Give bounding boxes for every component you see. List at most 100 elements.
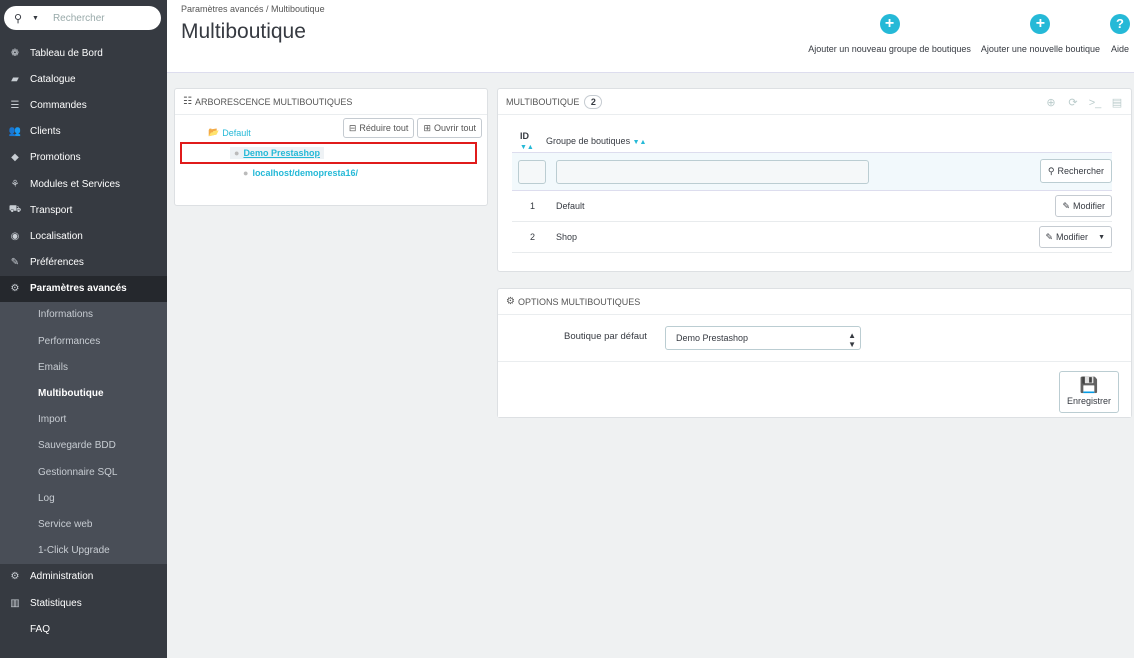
plus-square-icon: ⊞ bbox=[423, 122, 431, 133]
add-shop-button[interactable]: + Ajouter une nouvelle boutique bbox=[981, 14, 1100, 54]
sidebar-item-label: Catalogue bbox=[30, 73, 76, 85]
floppy-disk-icon: 💾 bbox=[1079, 377, 1099, 394]
search-icon[interactable]: ⚲ bbox=[14, 12, 32, 25]
submenu-item-log[interactable]: Log bbox=[0, 485, 167, 511]
pencil-icon: ✎ bbox=[1045, 231, 1054, 242]
submenu-item-import[interactable]: Import bbox=[0, 407, 167, 433]
panel-actions: ⊕ ⟳ >_ ▤ bbox=[1037, 95, 1125, 111]
sort-icon[interactable]: ▼▲ bbox=[520, 144, 534, 151]
highlight-annotation bbox=[180, 142, 477, 164]
edit-button[interactable]: ✎ Modifier bbox=[1055, 195, 1112, 217]
sidebar-item-administration[interactable]: ⚙ Administration bbox=[0, 564, 167, 590]
sidebar-item-faq[interactable]: FAQ bbox=[0, 616, 167, 642]
preferences-icon: ✎ bbox=[10, 257, 20, 269]
tree-node-shop-label: Demo Prestashop bbox=[243, 148, 320, 158]
sidebar-search[interactable]: ⚲ ▼ bbox=[4, 6, 161, 30]
pencil-icon: ✎ bbox=[1062, 200, 1070, 211]
page-header: Paramètres avancés / Multiboutique Multi… bbox=[167, 0, 1134, 73]
save-button-label: Enregistrer bbox=[1066, 396, 1111, 406]
submenu-item-1-click-upgrade[interactable]: 1-Click Upgrade bbox=[0, 538, 167, 564]
row-id: 2 bbox=[530, 232, 536, 242]
refresh-icon[interactable]: ⟳ bbox=[1065, 95, 1081, 111]
help-label: Aide bbox=[1110, 44, 1129, 54]
sort-icon[interactable]: ▼▲ bbox=[633, 139, 647, 146]
tree-node-default[interactable]: 📂 Default bbox=[208, 127, 251, 138]
sidebar-item-parametres-avances[interactable]: ⚙ Paramètres avancés bbox=[0, 275, 167, 302]
submenu-item-multiboutique[interactable]: Multiboutique bbox=[0, 380, 167, 406]
table-row[interactable]: 2 Shop ✎ Modifier ▼ bbox=[512, 222, 1112, 253]
table-row[interactable]: 1 Default ✎ Modifier bbox=[512, 191, 1112, 222]
tree-node-url[interactable]: ● localhost/demopresta16/ bbox=[243, 168, 358, 178]
multishop-options-panel: ⚙ Options multiboutiques Boutique par dé… bbox=[497, 288, 1132, 418]
bullet-icon: ● bbox=[234, 148, 240, 158]
sidebar-item-label: Statistiques bbox=[30, 597, 82, 609]
add-icon[interactable]: ⊕ bbox=[1043, 95, 1059, 111]
filter-id-input[interactable] bbox=[518, 159, 546, 184]
sql-query-icon[interactable]: >_ bbox=[1087, 95, 1103, 111]
modules-icon: ⚘ bbox=[10, 178, 20, 190]
sidebar-item-commandes[interactable]: ☰ Commandes bbox=[0, 92, 167, 118]
folder-open-icon: 📂 bbox=[208, 127, 220, 137]
breadcrumb: Paramètres avancés / Multiboutique bbox=[181, 4, 325, 14]
table-header: ID ▼▲ Groupe de boutiques ▼▲ bbox=[512, 129, 1112, 153]
sidebar-item-label: Administration bbox=[30, 571, 94, 583]
save-button[interactable]: 💾 Enregistrer bbox=[1059, 371, 1119, 413]
options-footer: 💾 Enregistrer bbox=[498, 361, 1131, 417]
expand-all-label: Ouvrir tout bbox=[433, 123, 476, 133]
caret-down-icon[interactable]: ▼ bbox=[1098, 234, 1105, 241]
submenu-item-service-web[interactable]: Service web bbox=[0, 511, 167, 537]
filter-group-input[interactable] bbox=[556, 159, 869, 184]
sidebar-item-label: Tableau de Bord bbox=[30, 47, 103, 59]
sidebar-item-label: Clients bbox=[30, 126, 61, 138]
search-button[interactable]: ⚲ Rechercher bbox=[1039, 159, 1112, 183]
sidebar-item-clients[interactable]: 👥 Clients bbox=[0, 119, 167, 145]
column-id-label: ID bbox=[520, 130, 529, 141]
tree-node-default-label: Default bbox=[222, 127, 251, 138]
help-button[interactable]: ? Aide bbox=[1110, 14, 1130, 54]
database-icon[interactable]: ▤ bbox=[1109, 95, 1125, 111]
column-header-group: Groupe de boutiques ▼▲ bbox=[540, 136, 646, 146]
sidebar-item-catalogue[interactable]: ▰ Catalogue bbox=[0, 66, 167, 92]
submenu-item-performances[interactable]: Performances bbox=[0, 328, 167, 354]
plus-circle-icon: + bbox=[1030, 14, 1051, 34]
sidebar-item-label: Préférences bbox=[30, 257, 84, 269]
submenu-item-emails[interactable]: Emails bbox=[0, 354, 167, 380]
expand-all-button[interactable]: ⊞ Ouvrir tout bbox=[417, 118, 482, 138]
sidebar-item-label: Paramètres avancés bbox=[30, 283, 127, 295]
add-shop-group-button[interactable]: + Ajouter un nouveau groupe de boutiques bbox=[808, 14, 971, 54]
tree-panel-title: Arborescence multiboutiques bbox=[194, 96, 353, 107]
submenu-item-gestionnaire-sql[interactable]: Gestionnaire SQL bbox=[0, 459, 167, 485]
shop-group-table: ID ▼▲ Groupe de boutiques ▼▲ ⚲ Recherche… bbox=[512, 129, 1112, 253]
plus-circle-icon: + bbox=[879, 14, 900, 34]
row-name: Shop bbox=[556, 232, 578, 242]
multishop-tree-panel: ☷ Arborescence multiboutiques ⊟ Réduire … bbox=[174, 88, 488, 206]
search-button-label: Rechercher bbox=[1057, 166, 1104, 176]
sidebar-item-tableau-de-bord[interactable]: ❁ Tableau de Bord bbox=[0, 40, 167, 66]
sidebar-item-promotions[interactable]: ◆ Promotions bbox=[0, 145, 167, 171]
sidebar-item-label: Promotions bbox=[30, 152, 81, 164]
sidebar-item-modules-et-services[interactable]: ⚘ Modules et Services bbox=[0, 171, 167, 197]
sidebar-search-input[interactable] bbox=[52, 12, 143, 24]
sidebar-item-statistiques[interactable]: ▥ Statistiques bbox=[0, 590, 167, 616]
select-arrow-icon: ▲ ▼ bbox=[848, 331, 856, 349]
tree-node-shop[interactable]: ● Demo Prestashop bbox=[230, 147, 324, 159]
collapse-all-button[interactable]: ⊟ Réduire tout bbox=[342, 118, 415, 138]
sidebar-item-transport[interactable]: ⛟ Transport bbox=[0, 197, 167, 223]
cogs-icon: ⚙ bbox=[506, 296, 515, 307]
advanced-settings-icon: ⚙ bbox=[10, 283, 20, 295]
chevron-down-icon[interactable]: ▼ bbox=[32, 15, 39, 22]
submenu-item-informations[interactable]: Informations bbox=[0, 302, 167, 328]
sidebar-item-label: Localisation bbox=[30, 230, 83, 242]
promotions-icon: ◆ bbox=[11, 152, 19, 164]
sidebar-item-localisation[interactable]: ◉ Localisation bbox=[0, 223, 167, 249]
default-shop-select[interactable]: Demo Prestashop ▲ ▼ bbox=[665, 326, 861, 350]
add-shop-group-label: Ajouter un nouveau groupe de boutiques bbox=[808, 44, 971, 54]
default-shop-label: Boutique par défaut bbox=[564, 331, 647, 342]
page-title: Multiboutique bbox=[181, 20, 306, 43]
edit-button[interactable]: ✎ Modifier ▼ bbox=[1038, 226, 1112, 248]
sidebar-item-label: FAQ bbox=[30, 623, 51, 635]
submenu-item-sauvegarde-bdd[interactable]: Sauvegarde BDD bbox=[0, 433, 167, 459]
sidebar-item-preferences[interactable]: ✎ Préférences bbox=[0, 250, 167, 276]
column-header-id: ID ▼▲ bbox=[512, 131, 540, 151]
row-name: Default bbox=[556, 201, 585, 211]
